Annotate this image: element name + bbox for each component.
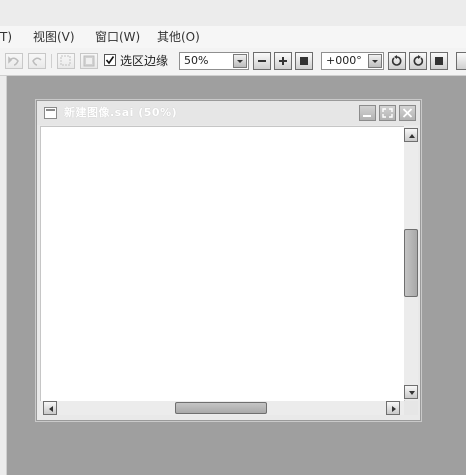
scroll-left-button[interactable] bbox=[43, 401, 57, 415]
document-icon bbox=[44, 107, 57, 119]
zoom-out-button[interactable] bbox=[253, 52, 271, 70]
menu-bar: T) 视图(V) 窗口(W) 其他(O) bbox=[0, 26, 466, 49]
invert-selection-icon bbox=[83, 55, 95, 67]
arrow-right-icon bbox=[392, 406, 396, 412]
undo-icon bbox=[8, 56, 19, 66]
rotation-dropdown-button[interactable] bbox=[368, 54, 382, 68]
invert-selection-button[interactable] bbox=[80, 53, 98, 69]
undo-button[interactable] bbox=[5, 53, 23, 69]
vertical-scrollbar[interactable] bbox=[404, 126, 418, 400]
vertical-scroll-thumb[interactable] bbox=[404, 229, 418, 297]
zoom-value: 50% bbox=[184, 54, 209, 67]
redo-button[interactable] bbox=[28, 53, 46, 69]
redo-icon bbox=[32, 57, 42, 66]
close-button[interactable] bbox=[399, 105, 416, 121]
rotate-right-button[interactable] bbox=[409, 52, 427, 70]
rotation-reset-button[interactable] bbox=[430, 52, 448, 70]
chevron-down-icon bbox=[372, 60, 378, 63]
square-icon bbox=[300, 57, 308, 65]
zoom-in-button[interactable] bbox=[274, 52, 292, 70]
rotate-left-button[interactable] bbox=[388, 52, 406, 70]
checkmark-icon bbox=[105, 56, 115, 65]
scroll-down-button[interactable] bbox=[404, 385, 418, 399]
arrow-left-icon bbox=[49, 406, 53, 412]
minimize-icon bbox=[363, 115, 371, 117]
menu-item-other[interactable]: 其他(O) bbox=[157, 29, 200, 45]
toolbar: 选区边缘 50% +000° bbox=[0, 48, 466, 76]
toolbar-separator bbox=[51, 54, 52, 68]
left-panel-edge bbox=[0, 76, 7, 475]
selection-edge-label: 选区边缘 bbox=[120, 54, 169, 68]
close-icon bbox=[402, 108, 413, 118]
zoom-select[interactable]: 50% bbox=[179, 52, 249, 70]
arrow-up-icon bbox=[409, 134, 415, 138]
reset-icon bbox=[435, 57, 443, 65]
scroll-right-button[interactable] bbox=[386, 401, 400, 415]
menu-item-edit[interactable]: T) bbox=[0, 29, 12, 45]
toolbar-overflow-button[interactable] bbox=[456, 52, 466, 70]
plus-icon bbox=[279, 57, 287, 65]
window-top-strip bbox=[0, 0, 466, 27]
rotation-select[interactable]: +000° bbox=[321, 52, 384, 70]
chevron-down-icon bbox=[237, 60, 243, 63]
document-title-bar[interactable]: 新建图像.sai (50%) bbox=[37, 101, 420, 125]
rotate-right-icon bbox=[413, 55, 424, 66]
arrow-down-icon bbox=[409, 391, 415, 395]
deselect-icon bbox=[60, 55, 71, 66]
scrollbar-corner bbox=[404, 401, 418, 415]
horizontal-scroll-thumb[interactable] bbox=[175, 402, 267, 414]
rotate-left-icon bbox=[391, 55, 402, 66]
selection-edge-checkbox[interactable] bbox=[104, 54, 116, 66]
drawing-canvas[interactable] bbox=[40, 126, 405, 402]
maximize-icon bbox=[382, 108, 393, 118]
deselect-button[interactable] bbox=[57, 53, 75, 69]
zoom-dropdown-button[interactable] bbox=[233, 54, 247, 68]
zoom-reset-button[interactable] bbox=[295, 52, 313, 70]
minimize-button[interactable] bbox=[359, 105, 376, 121]
rotation-value: +000° bbox=[326, 54, 362, 67]
scroll-up-button[interactable] bbox=[404, 128, 418, 142]
menu-item-window[interactable]: 窗口(W) bbox=[95, 29, 140, 45]
document-title: 新建图像.sai (50%) bbox=[64, 106, 178, 119]
document-window: 新建图像.sai (50%) bbox=[36, 100, 421, 421]
menu-item-view[interactable]: 视图(V) bbox=[33, 29, 75, 45]
minus-icon bbox=[258, 60, 266, 62]
maximize-button[interactable] bbox=[379, 105, 396, 121]
horizontal-scrollbar[interactable] bbox=[40, 401, 404, 415]
